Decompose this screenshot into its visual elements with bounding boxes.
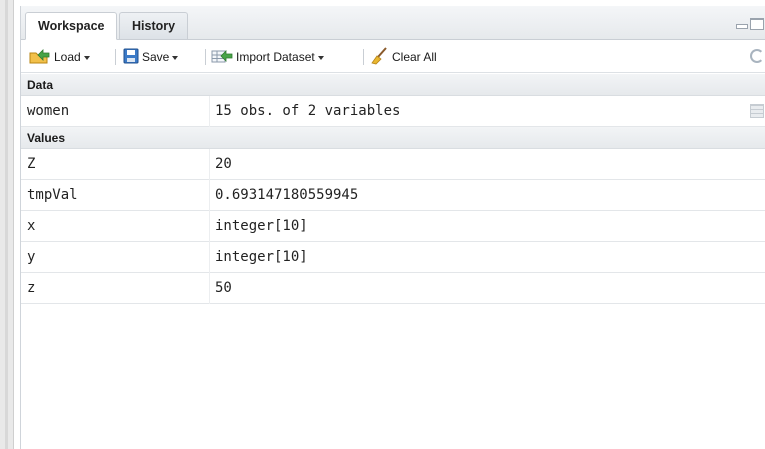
workspace-table: Data women 15 obs. of 2 variables Values…	[21, 74, 765, 304]
chevron-down-icon	[172, 55, 179, 60]
table-row[interactable]: Z 20	[21, 149, 765, 180]
broom-icon	[371, 46, 389, 68]
column-divider	[209, 211, 210, 242]
toolbar-divider	[363, 49, 364, 65]
variable-value: 20	[215, 156, 232, 172]
import-dataset-label: Import Dataset	[236, 50, 315, 64]
column-divider	[209, 96, 210, 127]
chevron-down-icon	[317, 55, 324, 60]
load-label: Load	[54, 50, 81, 64]
workspace-toolbar: Load Save Import Dataset Clear All	[21, 41, 765, 73]
clear-all-button[interactable]: Clear All	[371, 46, 437, 68]
variable-value: integer[10]	[215, 218, 308, 234]
toolbar-divider	[205, 49, 206, 65]
import-dataset-button[interactable]: Import Dataset	[211, 47, 324, 67]
column-divider	[209, 273, 210, 304]
column-divider	[209, 149, 210, 180]
tab-bar: Workspace History	[21, 6, 765, 40]
save-icon	[123, 48, 139, 67]
chevron-down-icon	[83, 55, 90, 60]
variable-name: tmpVal	[27, 187, 78, 203]
clear-all-label: Clear All	[392, 50, 437, 64]
left-pane-splitter[interactable]	[0, 0, 14, 449]
splitter-grip	[5, 0, 8, 449]
import-icon	[211, 48, 233, 67]
section-header-values: Values	[21, 127, 765, 149]
variable-value: 15 obs. of 2 variables	[215, 103, 401, 119]
minimize-icon[interactable]	[736, 24, 748, 29]
table-row[interactable]: z 50	[21, 273, 765, 304]
variable-value: 0.693147180559945	[215, 187, 359, 203]
variable-value: 50	[215, 280, 232, 296]
maximize-icon[interactable]	[750, 18, 764, 30]
section-header-data: Data	[21, 74, 765, 96]
table-row[interactable]: x integer[10]	[21, 211, 765, 242]
tab-history[interactable]: History	[119, 12, 189, 39]
column-divider	[209, 180, 210, 211]
variable-name: z	[27, 280, 36, 296]
variable-name: x	[27, 218, 36, 234]
load-icon	[29, 48, 51, 67]
workspace-pane: Workspace History Load Save Import Datas…	[20, 6, 765, 449]
table-row[interactable]: tmpVal 0.693147180559945	[21, 180, 765, 211]
variable-name: y	[27, 249, 36, 265]
table-row[interactable]: women 15 obs. of 2 variables	[21, 96, 765, 127]
variable-name: Z	[27, 156, 36, 172]
variable-value: integer[10]	[215, 249, 308, 265]
variable-name: women	[27, 103, 70, 119]
column-divider	[209, 242, 210, 273]
load-button[interactable]: Load	[29, 47, 90, 67]
grid-view-icon[interactable]	[750, 104, 764, 118]
toolbar-divider	[115, 49, 116, 65]
save-label: Save	[142, 50, 170, 64]
pane-window-controls	[726, 18, 765, 34]
tab-workspace[interactable]: Workspace	[25, 12, 118, 40]
refresh-icon[interactable]	[750, 49, 764, 63]
save-button[interactable]: Save	[123, 47, 179, 67]
table-row[interactable]: y integer[10]	[21, 242, 765, 273]
